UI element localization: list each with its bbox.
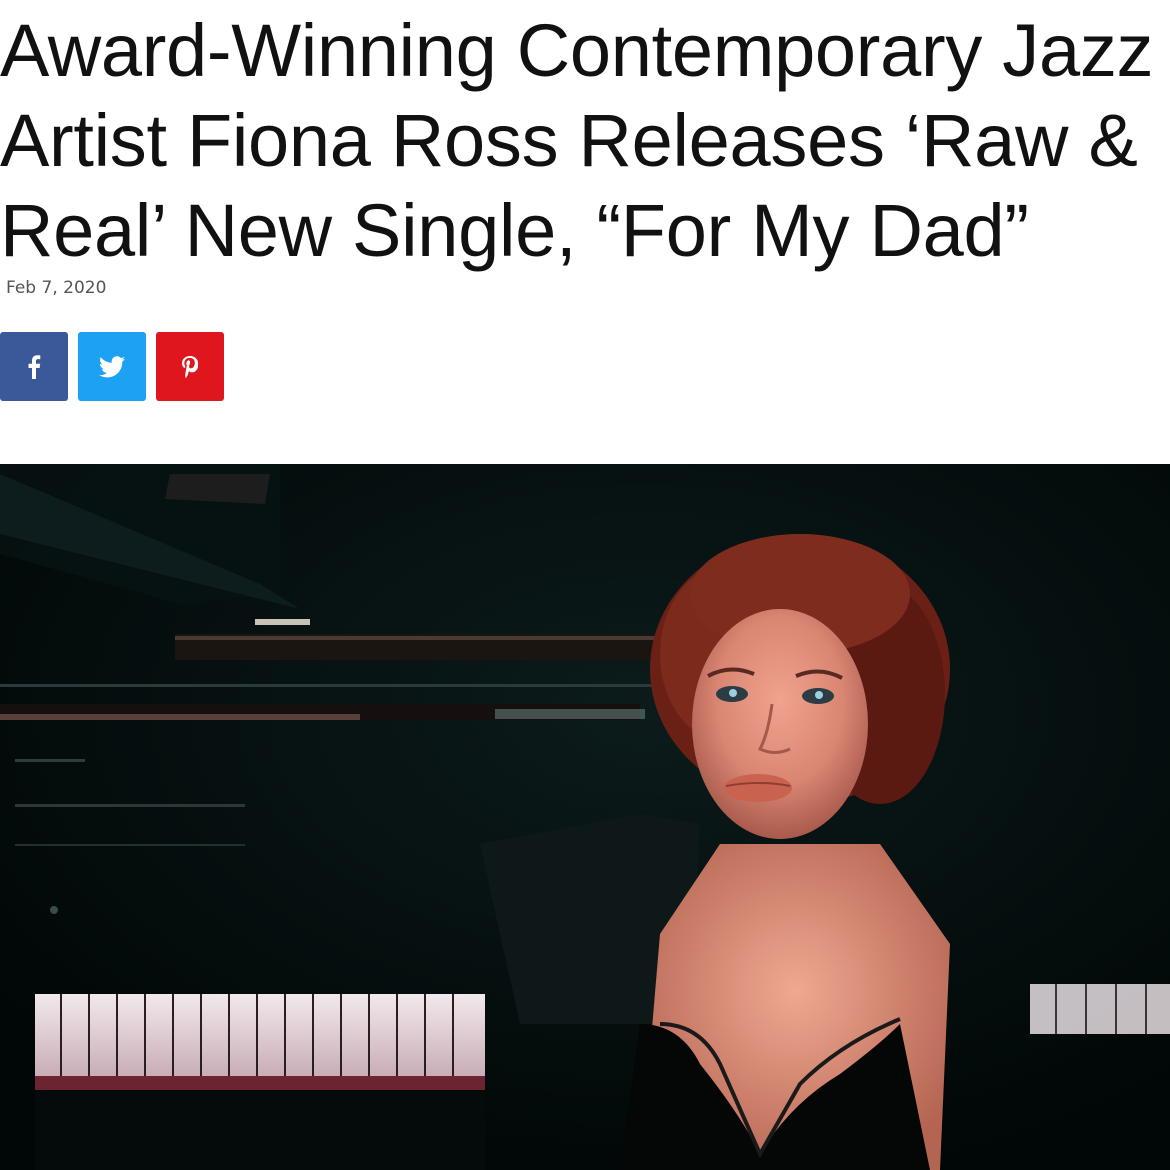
twitter-share-button[interactable] (78, 332, 146, 401)
hero-photo-art (0, 464, 1170, 1170)
publish-date: Feb 7, 2020 (6, 278, 107, 298)
facebook-share-button[interactable] (0, 332, 68, 401)
twitter-icon (99, 355, 125, 378)
pinterest-share-button[interactable] (156, 332, 224, 401)
hero-photo (0, 464, 1170, 1170)
share-buttons (0, 332, 224, 401)
article-headline: Award-Winning Contemporary Jazz Artist F… (0, 6, 1160, 276)
pinterest-icon (182, 355, 198, 378)
facebook-icon (27, 354, 41, 379)
headline-line-2: Artist Fiona Ross Releases ‘Raw & (0, 99, 1138, 182)
headline-line-3: Real’ New Single, “For My Dad” (0, 189, 1029, 272)
headline-line-1: Award-Winning Contemporary Jazz (0, 9, 1154, 92)
